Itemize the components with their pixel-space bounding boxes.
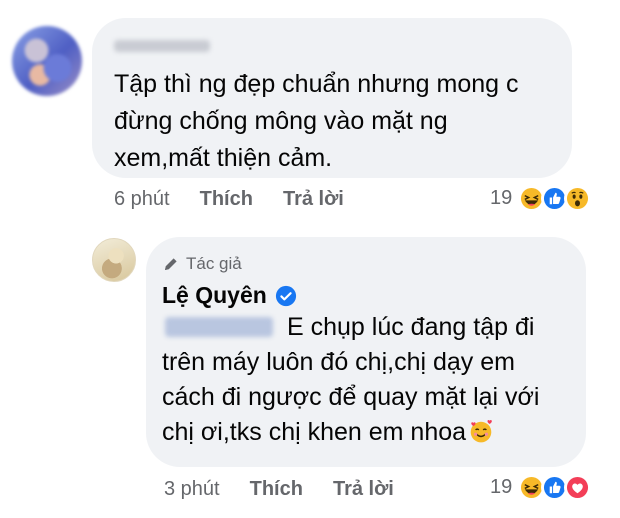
comment-text: Tập thì ng đẹp chuẩn nhưng mong c đừng c…	[114, 66, 519, 177]
reply-text: E chụp lúc đang tập đi trên máy luôn đó …	[162, 310, 539, 450]
reply-button[interactable]: Trả lời	[283, 188, 344, 211]
love-icon	[564, 474, 592, 501]
comment-reactions[interactable]: 19	[490, 185, 592, 212]
reaction-count: 19	[490, 187, 513, 209]
reply-text-line: trên máy luôn đó chị,chị dạy em	[162, 348, 515, 376]
comment-timestamp[interactable]: 6 phút	[114, 188, 170, 211]
comment-text-line: xem,mất thiện cảm.	[114, 144, 333, 172]
reaction-icons	[518, 185, 592, 212]
author-name[interactable]: Lệ Quyên	[162, 282, 267, 309]
reaction-count: 19	[490, 476, 513, 498]
pencil-icon	[165, 258, 177, 270]
like-button[interactable]: Thích	[250, 478, 303, 501]
reply-text-line: E chụp lúc đang tập đi	[287, 313, 535, 341]
like-button[interactable]: Thích	[200, 188, 253, 211]
reply-button[interactable]: Trả lời	[333, 478, 394, 501]
smiling-face-with-hearts-icon	[470, 420, 492, 443]
reply-reactions[interactable]: 19	[490, 474, 592, 501]
comment-text-line: đừng chống mông vào mặt ng	[114, 107, 448, 135]
comment-text-line: Tập thì ng đẹp chuẩn nhưng mong c	[114, 70, 519, 98]
reply-timestamp[interactable]: 3 phút	[164, 478, 220, 501]
wow-icon	[564, 185, 592, 212]
commenter-name-blurred[interactable]	[114, 40, 210, 52]
reply-text-line-last: chị ơi,tks chị khen em nhoa	[162, 415, 539, 450]
author-avatar[interactable]	[92, 238, 136, 282]
author-name-row: Lệ Quyên	[162, 282, 297, 309]
author-badge: Tác giả	[162, 254, 242, 274]
reply-text-line: chị ơi,tks chị khen em nhoa	[162, 418, 467, 446]
comment-actions: 6 phút Thích Trả lời	[114, 188, 374, 211]
reply-text-line: cách đi ngược để quay mặt lại với	[162, 383, 540, 411]
reply-actions: 3 phút Thích Trả lời	[164, 478, 424, 501]
author-badge-label: Tác giả	[186, 254, 242, 273]
verified-badge-icon	[275, 285, 296, 306]
reaction-icons	[518, 474, 592, 501]
commenter-avatar[interactable]	[12, 26, 82, 96]
